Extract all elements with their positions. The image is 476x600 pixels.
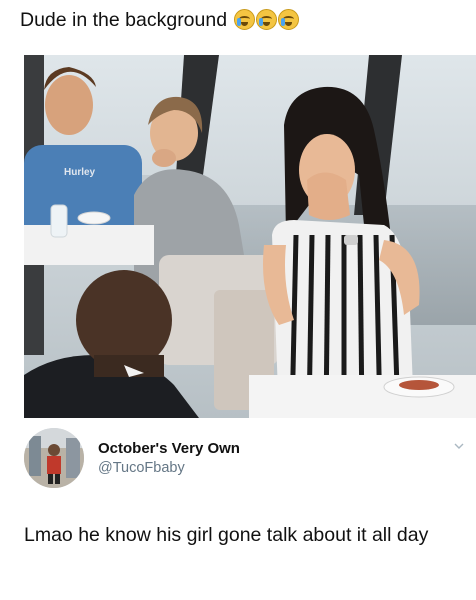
caption-text: Dude in the background [20,9,228,31]
avatar[interactable] [24,428,84,488]
svg-text:Hurley: Hurley [64,167,96,178]
crying-face-icon [233,9,255,30]
meme-caption: Dude in the background [20,9,299,32]
chevron-down-icon[interactable] [454,441,464,451]
tweet-text: Lmao he know his girl gone talk about it… [24,524,429,546]
user-handle[interactable]: @TucoFbaby [98,460,185,476]
display-name[interactable]: October's Very Own [98,440,240,457]
crying-face-icon [255,9,277,30]
crying-face-icon [277,9,299,30]
proposal-photo: Hurley [24,55,476,418]
